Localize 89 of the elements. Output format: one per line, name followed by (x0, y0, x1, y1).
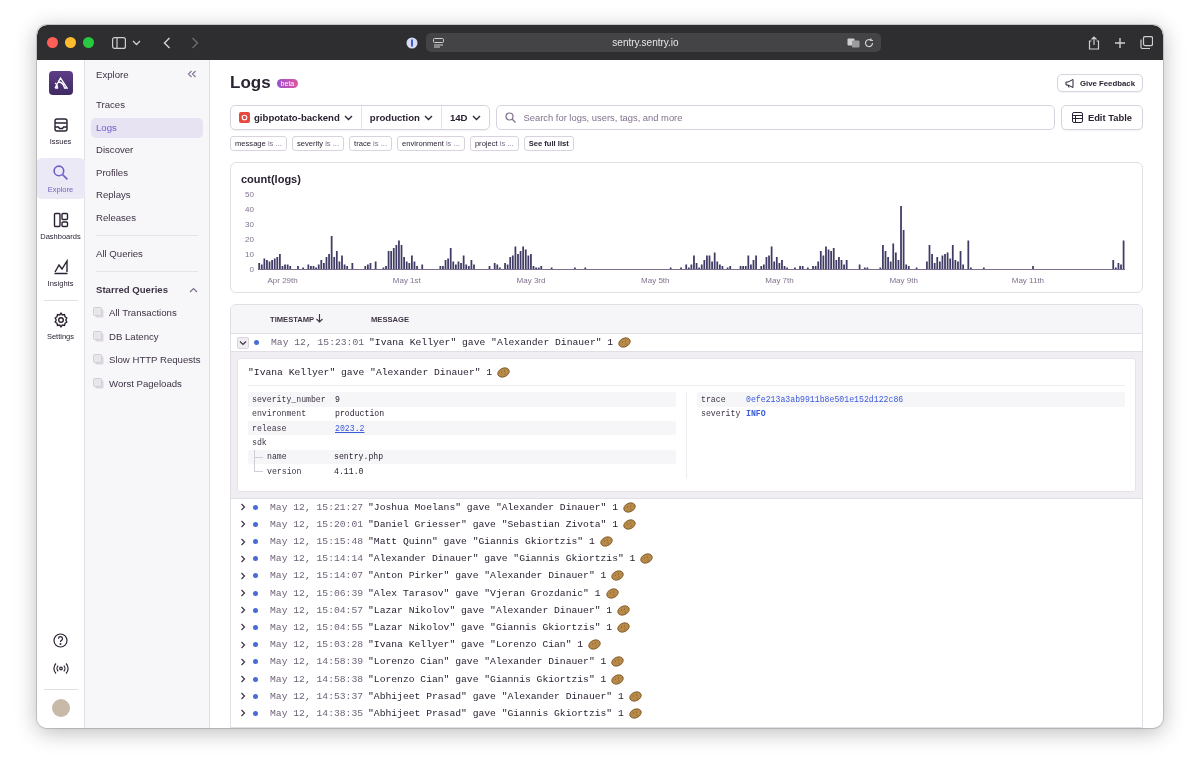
search-field[interactable]: Search for logs, users, tags, and more (495, 105, 1055, 130)
url-text: sentry.sentry.io (611, 37, 680, 48)
log-row[interactable]: May 12, 15:14:14 "Alexander Dinauer" gave "Giannis Gkiortzis" 1 (231, 550, 1142, 568)
section-title: Starred Queries (96, 284, 168, 295)
log-row[interactable]: May 12, 15:14:07 "Anton Pirker" gave "Alexander Dinauer" 1 (231, 567, 1142, 585)
sidebar-item[interactable]: Traces (91, 95, 203, 115)
sidebar-item[interactable]: Discover (91, 140, 203, 160)
axis-label: 50 (245, 190, 254, 199)
log-message: "Joshua Moelans" gave "Alexander Dinauer" 1 (368, 501, 618, 513)
attribute-value: sentry.php (334, 452, 384, 462)
timestamp: May 12, 15:14:14 (270, 553, 364, 565)
timestamp: May 12, 15:04:57 (270, 604, 364, 616)
axis-label: May 9th (889, 276, 918, 285)
timestamp: May 12, 15:21:27 (270, 501, 364, 513)
timestamp: May 12, 15:03:28 (270, 639, 364, 651)
edit-table-button[interactable]: Edit Table (1060, 105, 1143, 130)
attribute-value[interactable]: 0efe213a3ab9911b8e501e152d122c86 (746, 394, 904, 404)
log-message: "Anton Pirker" gave "Alexander Dinauer" 1 (368, 570, 607, 582)
attribute-value: INFO (746, 409, 766, 419)
log-message: "Lorenzo Cian" gave "Alexander Dinauer" 1 (368, 656, 607, 668)
axis-label: 0 (249, 265, 254, 274)
log-message: "Ivana Kellyer" gave "Alexander Dinauer" 1 (369, 337, 614, 349)
timestamp: May 12, 15:20:01 (270, 518, 364, 530)
log-message: "Abhijeet Prasad" gave "Alexander Dinauer" 1 (368, 690, 624, 702)
log-row[interactable]: May 12, 15:06:39 "Alex Tarasov" gave "Vjeran Grozdanic" 1 (231, 584, 1142, 602)
log-row[interactable]: May 12, 14:58:38 "Lorenzo Cian" gave "Giannis Gkiortzis" 1 (231, 670, 1142, 688)
page-title: Logs (230, 73, 271, 93)
log-row[interactable]: May 12, 15:04:57 "Lazar Nikolov" gave "Alexander Dinauer" 1 (231, 601, 1142, 619)
log-row[interactable]: May 12, 15:03:28 "Ivana Kellyer" gave "Lorenzo Cian" 1 (231, 636, 1142, 654)
timestamp: May 12, 15:06:39 (270, 587, 364, 599)
attribute-value: production (335, 409, 385, 419)
timestamp: May 12, 14:58:39 (270, 656, 364, 668)
attribute-key: severity (701, 409, 746, 419)
sidebar-item[interactable]: Releases (91, 207, 203, 228)
axis-label: 40 (245, 205, 254, 214)
log-message: "Ivana Kellyer" gave "Lorenzo Cian" 1 (368, 639, 584, 651)
timestamp: May 12, 14:38:35 (270, 707, 364, 719)
attribute-value: 9 (335, 394, 340, 404)
sidebar-item[interactable]: All Queries (91, 243, 203, 264)
sidebar-item[interactable]: Replays (91, 185, 203, 205)
timestamp: May 12, 15:15:48 (270, 536, 364, 547)
axis-label: 30 (245, 220, 254, 229)
log-row[interactable]: May 12, 14:58:39 "Lorenzo Cian" gave "Alexander Dinauer" 1 (231, 653, 1142, 671)
starred-query[interactable]: Worst Pageloads (91, 373, 203, 394)
axis-label: 20 (245, 235, 254, 244)
attribute-key: severity_number (252, 394, 335, 404)
attribute-key: trace (701, 394, 746, 404)
timestamp: May 12, 15:23:01 (271, 337, 365, 349)
address-bar[interactable]: sentry.sentry.io (426, 33, 881, 52)
timestamp: May 12, 15:04:55 (270, 621, 364, 633)
sidebar-item[interactable]: Profiles (91, 162, 203, 183)
log-row[interactable]: May 12, 14:38:35 "Abhijeet Prasad" gave "Giannis Gkiortzis" 1 (231, 704, 1142, 722)
attribute-key: version (267, 466, 334, 476)
log-message: "Lorenzo Cian" gave "Giannis Gkiortzis" 1 (368, 673, 607, 685)
log-row[interactable]: May 12, 14:53:37 "Abhijeet Prasad" gave "Alexander Dinauer" 1 (231, 687, 1142, 705)
attribute-key: environment (252, 409, 335, 419)
axis-label: May 1st (392, 276, 421, 285)
axis-label: May 7th (765, 276, 794, 285)
axis-label: May 5th (641, 276, 670, 285)
starred-query[interactable]: All Transactions (91, 302, 203, 323)
log-message: "Alex Tarasov" gave "Vjeran Grozdanic" 1 (368, 587, 601, 599)
log-message: "Matt Quinn" gave "Giannis Gkiortzis" 1 (368, 536, 595, 547)
log-message: "Lazar Nikolov" gave "Giannis Gkiortzis" 1 (368, 621, 613, 633)
attribute-key: release (252, 423, 335, 433)
starred-query[interactable]: Slow HTTP Requests (91, 349, 203, 370)
log-row[interactable]: May 12, 15:04:55 "Lazar Nikolov" gave "Giannis Gkiortzis" 1 (231, 618, 1142, 637)
attribute-value: 4.11.0 (334, 466, 364, 476)
timestamp: May 12, 15:14:07 (270, 570, 364, 582)
log-row[interactable]: May 12, 15:20:01 "Daniel Griesser" gave "Sebastian Zivota" 1 (231, 515, 1142, 533)
log-message: "Abhijeet Prasad" gave "Giannis Gkiortzis" 1 (368, 707, 624, 719)
log-row[interactable]: May 12, 15:21:27 "Joshua Moelans" gave "Alexander Dinauer" 1 (231, 498, 1142, 516)
timestamp: May 12, 14:53:37 (270, 690, 364, 702)
axis-label: May 11th (1011, 276, 1045, 285)
sidebar-item[interactable]: Logs (91, 117, 203, 138)
sidebar-title: Explore (96, 68, 129, 80)
starred-query[interactable]: DB Latency (91, 326, 203, 347)
log-message: "Daniel Griesser" gave "Sebastian Zivota" 1 (368, 518, 618, 530)
attribute-key: sdk (252, 438, 335, 448)
axis-label: 10 (245, 250, 254, 259)
attribute-key: name (267, 452, 334, 462)
axis-label: May 3rd (516, 276, 546, 285)
attribute-value[interactable]: 2023.2 (335, 423, 365, 433)
log-message: "Alexander Dinauer" gave "Giannis Gkiortzis" 1 (368, 553, 636, 565)
axis-label: Apr 29th (267, 276, 298, 285)
chart-title: count(logs) (241, 173, 302, 185)
log-message: "Lazar Nikolov" gave "Alexander Dinauer" 1 (368, 604, 613, 616)
details-title: "Ivana Kellyer" gave "Alexander Dinauer" 1 (248, 367, 493, 379)
timestamp: May 12, 14:58:38 (270, 673, 364, 685)
log-row[interactable]: May 12, 15:15:48 "Matt Quinn" gave "Giannis Gkiortzis" 1 (231, 532, 1142, 551)
